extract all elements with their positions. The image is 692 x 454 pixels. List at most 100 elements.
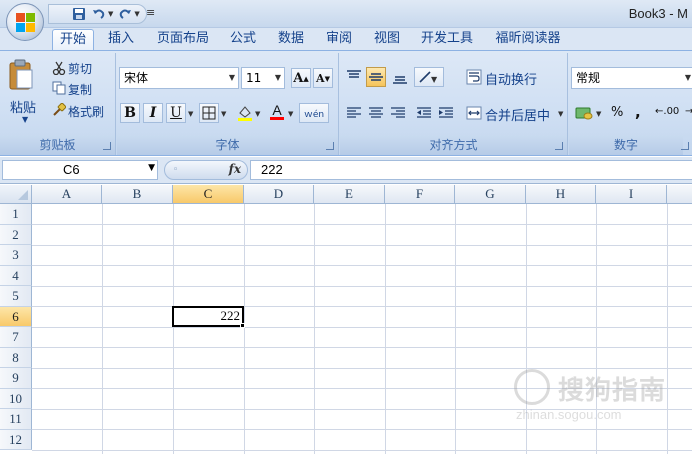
merge-center-button[interactable]: 合并后居中 <box>485 105 550 124</box>
format-painter-button[interactable]: 格式刷 <box>68 103 104 120</box>
tab-review[interactable]: 审阅 <box>320 29 358 50</box>
increase-indent-icon[interactable] <box>436 103 456 123</box>
column-header-f[interactable]: F <box>385 185 455 204</box>
copy-button[interactable]: 复制 <box>68 81 92 98</box>
row-header-6[interactable]: 6 <box>0 306 32 327</box>
undo-dropdown-icon[interactable]: ▼ <box>108 10 113 18</box>
tab-page-layout[interactable]: 页面布局 <box>150 29 216 50</box>
paste-icon[interactable] <box>8 59 34 94</box>
copy-icon[interactable] <box>52 81 66 98</box>
row-header-5[interactable]: 5 <box>0 286 32 307</box>
cut-icon[interactable] <box>52 61 66 78</box>
watermark-url: zhinan.sogou.com <box>516 407 622 422</box>
tab-home[interactable]: 开始 <box>52 29 94 50</box>
row-header-10[interactable]: 10 <box>0 388 32 409</box>
column-header-a[interactable]: A <box>32 185 102 204</box>
underline-dropdown-icon[interactable]: ▼ <box>188 110 193 118</box>
paste-dropdown-icon[interactable]: ▼ <box>22 115 28 124</box>
gridline <box>32 326 692 328</box>
align-left-icon[interactable] <box>344 103 364 123</box>
number-format-select[interactable]: 常规 ▼ <box>571 67 692 89</box>
fill-color-button[interactable] <box>235 103 255 123</box>
alignment-launcher-icon[interactable] <box>555 142 563 150</box>
bold-button[interactable]: B <box>120 103 140 123</box>
row-header-9[interactable]: 9 <box>0 368 32 389</box>
font-color-button[interactable]: A <box>267 101 287 121</box>
column-header-h[interactable]: H <box>526 185 596 204</box>
customize-qat-icon[interactable]: ≡ <box>146 6 155 19</box>
column-header-d[interactable]: D <box>244 185 314 204</box>
orientation-button[interactable]: ▼ <box>414 67 444 87</box>
wrap-text-button[interactable]: 自动换行 <box>485 69 537 88</box>
font-size-select[interactable]: 11 ▼ <box>241 67 285 89</box>
borders-button[interactable] <box>199 103 219 123</box>
tab-foxit-reader[interactable]: 福昕阅读器 <box>488 29 568 50</box>
fill-handle[interactable] <box>240 323 245 328</box>
redo-icon[interactable] <box>117 6 133 22</box>
row-header-4[interactable]: 4 <box>0 265 32 286</box>
row-header-12[interactable]: 12 <box>0 429 32 450</box>
decrease-decimal-button[interactable]: →.0 <box>685 106 692 117</box>
row-header-3[interactable]: 3 <box>0 245 32 266</box>
undo-icon[interactable] <box>91 6 107 22</box>
decrease-indent-icon[interactable] <box>414 103 434 123</box>
row-header-7[interactable]: 7 <box>0 327 32 348</box>
underline-button[interactable]: U <box>166 103 186 123</box>
font-color-dropdown-icon[interactable]: ▼ <box>288 110 293 118</box>
merge-dropdown-icon[interactable]: ▼ <box>558 110 563 118</box>
increase-decimal-button[interactable]: ←.00 <box>655 106 679 117</box>
italic-button[interactable]: I <box>143 103 163 123</box>
tab-data[interactable]: 数据 <box>272 29 310 50</box>
borders-dropdown-icon[interactable]: ▼ <box>221 110 226 118</box>
office-button[interactable] <box>6 3 44 41</box>
svg-text:▼: ▼ <box>431 75 438 84</box>
tab-formulas[interactable]: 公式 <box>224 29 262 50</box>
select-all-corner[interactable] <box>0 185 32 204</box>
column-header-b[interactable]: B <box>102 185 173 204</box>
clipboard-launcher-icon[interactable] <box>103 142 111 150</box>
align-top-icon[interactable] <box>344 67 364 87</box>
row-header-8[interactable]: 8 <box>0 347 32 368</box>
expand-icon[interactable]: ◦ <box>173 165 178 175</box>
row-header-1[interactable]: 1 <box>0 204 32 225</box>
shrink-font-label: A <box>316 71 325 85</box>
cut-button[interactable]: 剪切 <box>68 60 92 77</box>
align-middle-icon[interactable] <box>366 67 386 87</box>
align-right-icon[interactable] <box>388 103 408 123</box>
tab-insert[interactable]: 插入 <box>102 29 140 50</box>
paste-button[interactable]: 粘贴 <box>10 97 36 116</box>
active-cell-c6[interactable]: 222 <box>172 306 244 327</box>
shrink-font-button[interactable]: A ▼ <box>313 68 333 88</box>
column-header-g[interactable]: G <box>455 185 526 204</box>
redo-dropdown-icon[interactable]: ▼ <box>134 10 139 18</box>
row-header-2[interactable]: 2 <box>0 224 32 245</box>
number-launcher-icon[interactable] <box>681 142 689 150</box>
phonetic-button[interactable]: ｗén <box>299 103 329 123</box>
currency-dropdown-icon[interactable]: ▼ <box>596 110 601 118</box>
fill-color-dropdown-icon[interactable]: ▼ <box>255 110 260 118</box>
column-header-partial[interactable] <box>667 185 692 204</box>
font-family-select[interactable]: 宋体 ▼ <box>119 67 239 89</box>
name-box[interactable]: C6 ▼ <box>2 160 158 180</box>
chevron-down-icon: ▼ <box>148 163 155 173</box>
grow-font-button[interactable]: A ▲ <box>291 68 311 88</box>
column-header-i[interactable]: I <box>596 185 667 204</box>
row-header-11[interactable]: 11 <box>0 409 32 430</box>
font-launcher-icon[interactable] <box>326 142 334 150</box>
align-bottom-icon[interactable] <box>390 67 410 87</box>
align-center-icon[interactable] <box>366 103 386 123</box>
tab-view[interactable]: 视图 <box>368 29 406 50</box>
tab-developer[interactable]: 开发工具 <box>414 29 480 50</box>
formula-input[interactable]: 222 <box>250 160 692 180</box>
format-painter-icon[interactable] <box>52 102 67 120</box>
percent-button[interactable]: % <box>611 105 623 120</box>
column-header-e[interactable]: E <box>314 185 385 204</box>
save-icon[interactable] <box>71 6 87 22</box>
insert-function-button[interactable]: fx <box>229 162 241 176</box>
alignment-group-label: 对齐方式 <box>340 135 567 155</box>
currency-icon[interactable] <box>575 105 593 124</box>
column-header-c[interactable]: C <box>173 185 244 204</box>
wrap-text-icon[interactable] <box>466 69 482 88</box>
merge-center-icon[interactable] <box>466 105 482 124</box>
comma-button[interactable]: , <box>635 103 641 121</box>
